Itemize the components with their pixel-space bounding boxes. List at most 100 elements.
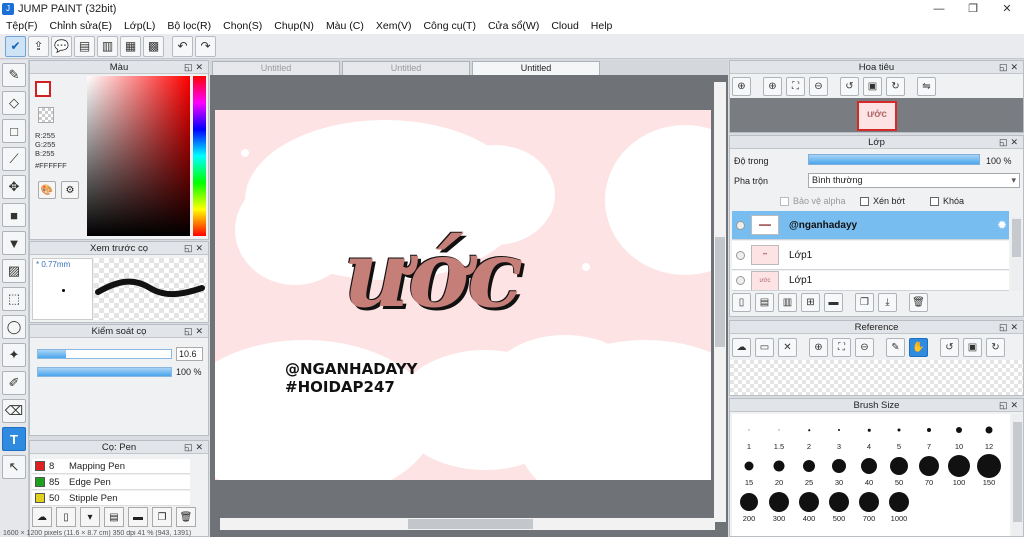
menu-help[interactable]: Help bbox=[585, 20, 619, 32]
menu-layer[interactable]: Lớp(L) bbox=[118, 20, 161, 32]
brush-size-option-2[interactable]: 2 bbox=[794, 416, 824, 451]
brush-size-option-1000[interactable]: 1000 bbox=[884, 488, 914, 523]
operation-tool-icon[interactable]: ↖ bbox=[2, 455, 26, 479]
pen-item-edge[interactable]: 85 Edge Pen bbox=[32, 475, 190, 490]
menu-edit[interactable]: Chỉnh sửa(E) bbox=[44, 20, 118, 32]
duplicate-icon[interactable]: ❐ bbox=[152, 507, 172, 527]
fit-window-icon[interactable]: ⛶ bbox=[832, 338, 851, 357]
document-canvas[interactable]: ước @NGANHADAYY #HOIDAP247 bbox=[215, 110, 711, 480]
palette-settings-icon[interactable]: ⚙ bbox=[61, 181, 79, 199]
canvas-vertical-scrollbar[interactable] bbox=[714, 82, 726, 522]
brush-size-option-40[interactable]: 40 bbox=[854, 452, 884, 487]
undo-icon[interactable]: ↶ bbox=[172, 35, 193, 57]
fit-window-icon[interactable]: ⛶ bbox=[786, 77, 805, 96]
brush-size-scrollbar[interactable] bbox=[1012, 414, 1023, 536]
layer-scrollbar[interactable] bbox=[1011, 217, 1022, 291]
layer-opacity-slider[interactable] bbox=[808, 154, 980, 165]
zoom-in-icon[interactable]: ⊕ bbox=[763, 77, 782, 96]
panel-controls[interactable]: ◱✕ bbox=[184, 242, 206, 255]
brush-size-option-200[interactable]: 200 bbox=[734, 488, 764, 523]
navigator-preview[interactable]: ước bbox=[730, 98, 1023, 132]
menu-filter[interactable]: Bộ lọc(R) bbox=[161, 20, 217, 32]
move-tool-icon[interactable]: ✥ bbox=[2, 175, 26, 199]
saturation-value-picker[interactable] bbox=[87, 76, 190, 236]
brush-size-option-70[interactable]: 70 bbox=[914, 452, 944, 487]
export-icon[interactable]: ⇪ bbox=[28, 35, 49, 57]
magic-wand-tool-icon[interactable]: ✦ bbox=[2, 343, 26, 367]
brush-size-option-5[interactable]: 5 bbox=[884, 416, 914, 451]
redo-icon[interactable]: ↷ bbox=[195, 35, 216, 57]
scroll-thumb[interactable] bbox=[1012, 219, 1021, 257]
layer-row[interactable]: ▬▬ @nganhadayy ✹ bbox=[732, 211, 1009, 240]
canvas-horizontal-scrollbar[interactable] bbox=[220, 518, 715, 530]
menu-capture[interactable]: Chụp(N) bbox=[268, 20, 320, 32]
tab-untitled-1[interactable]: Untitled bbox=[212, 61, 340, 75]
layer-row[interactable]: •• Lớp1 bbox=[732, 241, 1009, 270]
brush-size-option-25[interactable]: 25 bbox=[794, 452, 824, 487]
panel-controls[interactable]: ◱✕ bbox=[999, 399, 1021, 412]
pen-item-mapping[interactable]: 8 Mapping Pen bbox=[32, 459, 190, 474]
bucket-tool-icon[interactable]: ▼ bbox=[2, 231, 26, 255]
brush-settings-icon[interactable]: ▤ bbox=[104, 507, 124, 527]
menu-window[interactable]: Cửa sổ(W) bbox=[482, 20, 545, 32]
brush-size-option-30[interactable]: 30 bbox=[824, 452, 854, 487]
brush-size-option-20[interactable]: 20 bbox=[764, 452, 794, 487]
layer-visibility-icon[interactable] bbox=[736, 220, 745, 230]
rotate-right-icon[interactable]: ↻ bbox=[986, 338, 1005, 357]
brush-size-option-1[interactable]: 1 bbox=[734, 416, 764, 451]
brush-size-option-3[interactable]: 3 bbox=[824, 416, 854, 451]
hand-icon[interactable]: ✋ bbox=[909, 338, 928, 357]
brush-size-option-500[interactable]: 500 bbox=[824, 488, 854, 523]
transparent-swatch[interactable] bbox=[38, 107, 54, 123]
zoom-out-icon[interactable]: ⊖ bbox=[855, 338, 874, 357]
tab-untitled-2[interactable]: Untitled bbox=[342, 61, 470, 75]
cloud-upload-icon[interactable]: ☁ bbox=[732, 338, 751, 357]
layer-row[interactable]: ước Lớp1 bbox=[732, 271, 1009, 291]
fill-rect-tool-icon[interactable]: ■ bbox=[2, 203, 26, 227]
brush-menu-icon[interactable]: ▾ bbox=[80, 507, 100, 527]
duplicate-layer-icon[interactable]: ❐ bbox=[855, 293, 874, 312]
new-raster-layer-icon[interactable]: ▤ bbox=[755, 293, 774, 312]
rotate-left-icon[interactable]: ↺ bbox=[840, 77, 859, 96]
flip-icon[interactable]: ⇋ bbox=[917, 77, 936, 96]
folder-icon[interactable]: ▬ bbox=[128, 507, 148, 527]
rectangle-tool-icon[interactable]: □ bbox=[2, 119, 26, 143]
grid-icon[interactable]: ▩ bbox=[143, 35, 164, 57]
brush-size-option-7[interactable]: 7 bbox=[914, 416, 944, 451]
layer-visibility-icon[interactable] bbox=[736, 276, 745, 285]
menu-color[interactable]: Màu (C) bbox=[320, 20, 370, 32]
menu-cloud[interactable]: Cloud bbox=[545, 20, 584, 32]
cloud-download-icon[interactable]: ☁ bbox=[32, 507, 52, 527]
menu-view[interactable]: Xem(V) bbox=[370, 20, 418, 32]
blend-mode-select[interactable]: Bình thường bbox=[808, 173, 1020, 188]
brush-size-option-300[interactable]: 300 bbox=[764, 488, 794, 523]
delete-layer-icon[interactable]: 🗑 bbox=[909, 293, 928, 312]
merge-layer-icon[interactable]: ⤓ bbox=[878, 293, 897, 312]
rotate-left-icon[interactable]: ↺ bbox=[940, 338, 959, 357]
text-tool-icon[interactable]: T bbox=[2, 427, 26, 451]
reset-rotation-icon[interactable]: ▣ bbox=[963, 338, 982, 357]
scroll-thumb[interactable] bbox=[408, 519, 533, 529]
close-reference-icon[interactable]: ✕ bbox=[778, 338, 797, 357]
select-rect-tool-icon[interactable]: ⬚ bbox=[2, 287, 26, 311]
open-folder-icon[interactable]: ▭ bbox=[755, 338, 774, 357]
panel-controls[interactable]: ◱✕ bbox=[184, 441, 206, 454]
comment-icon[interactable]: ▤ bbox=[74, 35, 95, 57]
layer-visibility-icon[interactable] bbox=[736, 250, 745, 260]
clipping-checkbox[interactable]: Xén bớt bbox=[860, 196, 905, 206]
layer-folder-icon[interactable]: ▬ bbox=[824, 293, 843, 312]
brush-opacity-slider[interactable] bbox=[37, 367, 172, 377]
menu-file[interactable]: Tệp(F) bbox=[0, 20, 44, 32]
brush-size-option-50[interactable]: 50 bbox=[884, 452, 914, 487]
gradient-tool-icon[interactable]: ▨ bbox=[2, 259, 26, 283]
foreground-color-swatch[interactable] bbox=[35, 81, 51, 97]
menu-tools[interactable]: Công cụ(T) bbox=[417, 20, 482, 32]
maximize-icon[interactable]: ❐ bbox=[956, 0, 990, 17]
brush-size-slider[interactable] bbox=[37, 349, 172, 359]
hue-slider[interactable] bbox=[193, 76, 206, 236]
brush-size-option-15[interactable]: 15 bbox=[734, 452, 764, 487]
panel-controls[interactable]: ◱✕ bbox=[184, 61, 206, 74]
select-eraser-tool-icon[interactable]: ⌫ bbox=[2, 399, 26, 423]
brush-size-option-1.5[interactable]: 1.5 bbox=[764, 416, 794, 451]
brush-size-option-100[interactable]: 100 bbox=[944, 452, 974, 487]
